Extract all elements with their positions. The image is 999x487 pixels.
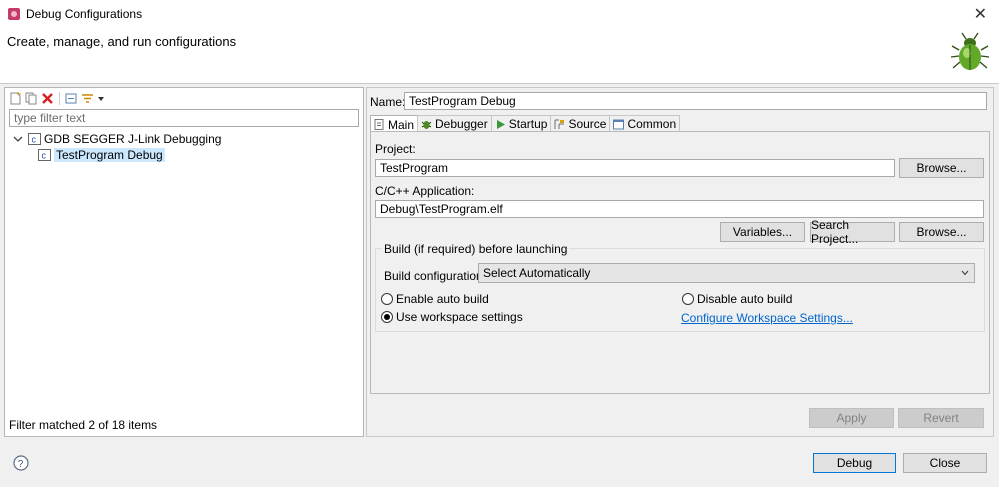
apply-button[interactable]: Apply xyxy=(809,408,894,428)
radio-dot-selected xyxy=(381,311,393,323)
debugger-tab-icon xyxy=(421,120,432,129)
browse-application-button[interactable]: Browse... xyxy=(899,222,984,242)
configure-workspace-settings-link[interactable]: Configure Workspace Settings... xyxy=(681,311,853,325)
filter-status: Filter matched 2 of 18 items xyxy=(9,418,158,432)
svg-text:?: ? xyxy=(18,459,24,470)
svg-text:c: c xyxy=(32,135,37,145)
main-tab-icon xyxy=(374,119,384,130)
dialog-heading: Create, manage, and run configurations xyxy=(7,34,237,49)
filter-icon[interactable] xyxy=(81,92,94,105)
radio-label: Enable auto build xyxy=(396,292,489,306)
chevron-down-icon[interactable] xyxy=(12,133,24,145)
radio-label: Use workspace settings xyxy=(396,310,523,324)
build-config-value: Select Automatically xyxy=(483,266,591,280)
radio-dot xyxy=(381,293,393,305)
tree-item-label: TestProgram Debug xyxy=(54,148,165,162)
duplicate-icon[interactable] xyxy=(25,92,38,105)
tab-label: Main xyxy=(388,117,415,132)
search-project-button[interactable]: Search Project... xyxy=(810,218,895,246)
radio-dot xyxy=(682,293,694,305)
radio-use-workspace-settings[interactable]: Use workspace settings xyxy=(381,310,523,324)
build-config-label: Build configuration: xyxy=(384,269,487,283)
dialog-header: Create, manage, and run configurations xyxy=(0,28,999,84)
configuration-tree: c GDB SEGGER J-Link Debugging c TestProg… xyxy=(5,131,363,163)
close-button[interactable]: Close xyxy=(903,453,987,473)
delete-icon[interactable] xyxy=(41,92,54,105)
name-input[interactable] xyxy=(404,92,987,110)
title-bar: Debug Configurations ✕ xyxy=(0,0,999,28)
application-input[interactable] xyxy=(375,200,984,218)
help-icon[interactable]: ? xyxy=(13,455,29,471)
filter-input[interactable] xyxy=(9,109,359,127)
svg-text:c: c xyxy=(42,151,47,161)
tab-strip: Main Debugger Startup Source Common xyxy=(370,115,681,133)
c-launch-type-icon: c xyxy=(28,133,41,145)
tab-common[interactable]: Common xyxy=(609,115,681,132)
window-title: Debug Configurations xyxy=(26,7,143,21)
close-icon[interactable]: ✕ xyxy=(974,4,987,24)
debug-app-icon xyxy=(8,8,20,20)
revert-button[interactable]: Revert xyxy=(898,408,984,428)
new-configuration-icon[interactable] xyxy=(9,91,22,105)
application-label: C/C++ Application: xyxy=(375,184,475,198)
radio-disable-auto-build[interactable]: Disable auto build xyxy=(682,292,792,306)
build-group: Build (if required) before launching Bui… xyxy=(375,242,985,332)
project-input[interactable] xyxy=(375,159,895,177)
build-config-select[interactable]: Select Automatically xyxy=(478,263,975,283)
main-tab-panel: Project: Browse... C/C++ Application: Va… xyxy=(370,131,990,394)
view-menu-chevron-down-icon[interactable] xyxy=(97,92,105,105)
bug-icon xyxy=(950,32,990,70)
tab-source[interactable]: Source xyxy=(550,115,611,132)
tab-startup[interactable]: Startup xyxy=(490,115,552,132)
tab-label: Common xyxy=(627,117,677,131)
tree-item-label: GDB SEGGER J-Link Debugging xyxy=(44,132,222,146)
radio-enable-auto-build[interactable]: Enable auto build xyxy=(381,292,489,306)
tab-label: Startup xyxy=(508,117,548,131)
name-label: Name: xyxy=(370,95,406,109)
tree-item-gdb-segger[interactable]: c GDB SEGGER J-Link Debugging xyxy=(5,131,363,147)
common-tab-icon xyxy=(613,119,625,129)
startup-tab-icon xyxy=(496,119,505,129)
browse-project-button[interactable]: Browse... xyxy=(899,158,984,178)
tab-label: Source xyxy=(568,117,607,131)
tab-debugger[interactable]: Debugger xyxy=(417,115,492,132)
build-group-title: Build (if required) before launching xyxy=(382,242,570,256)
tab-label: Debugger xyxy=(435,117,488,131)
variables-button[interactable]: Variables... xyxy=(720,222,805,242)
debug-button[interactable]: Debug xyxy=(813,453,896,473)
configuration-editor: Name: Main Debugger Startup Source Commo… xyxy=(366,87,994,437)
configurations-toolbar xyxy=(9,90,105,106)
source-tab-icon xyxy=(554,119,565,129)
project-label: Project: xyxy=(375,142,416,156)
c-launch-config-icon: c xyxy=(38,149,51,161)
toolbar-separator xyxy=(59,91,60,105)
chevron-down-icon xyxy=(961,270,969,276)
collapse-all-icon[interactable] xyxy=(65,92,78,105)
radio-label: Disable auto build xyxy=(697,292,793,306)
tree-item-testprogram-debug[interactable]: c TestProgram Debug xyxy=(5,147,363,163)
configurations-pane: c GDB SEGGER J-Link Debugging c TestProg… xyxy=(4,87,364,437)
